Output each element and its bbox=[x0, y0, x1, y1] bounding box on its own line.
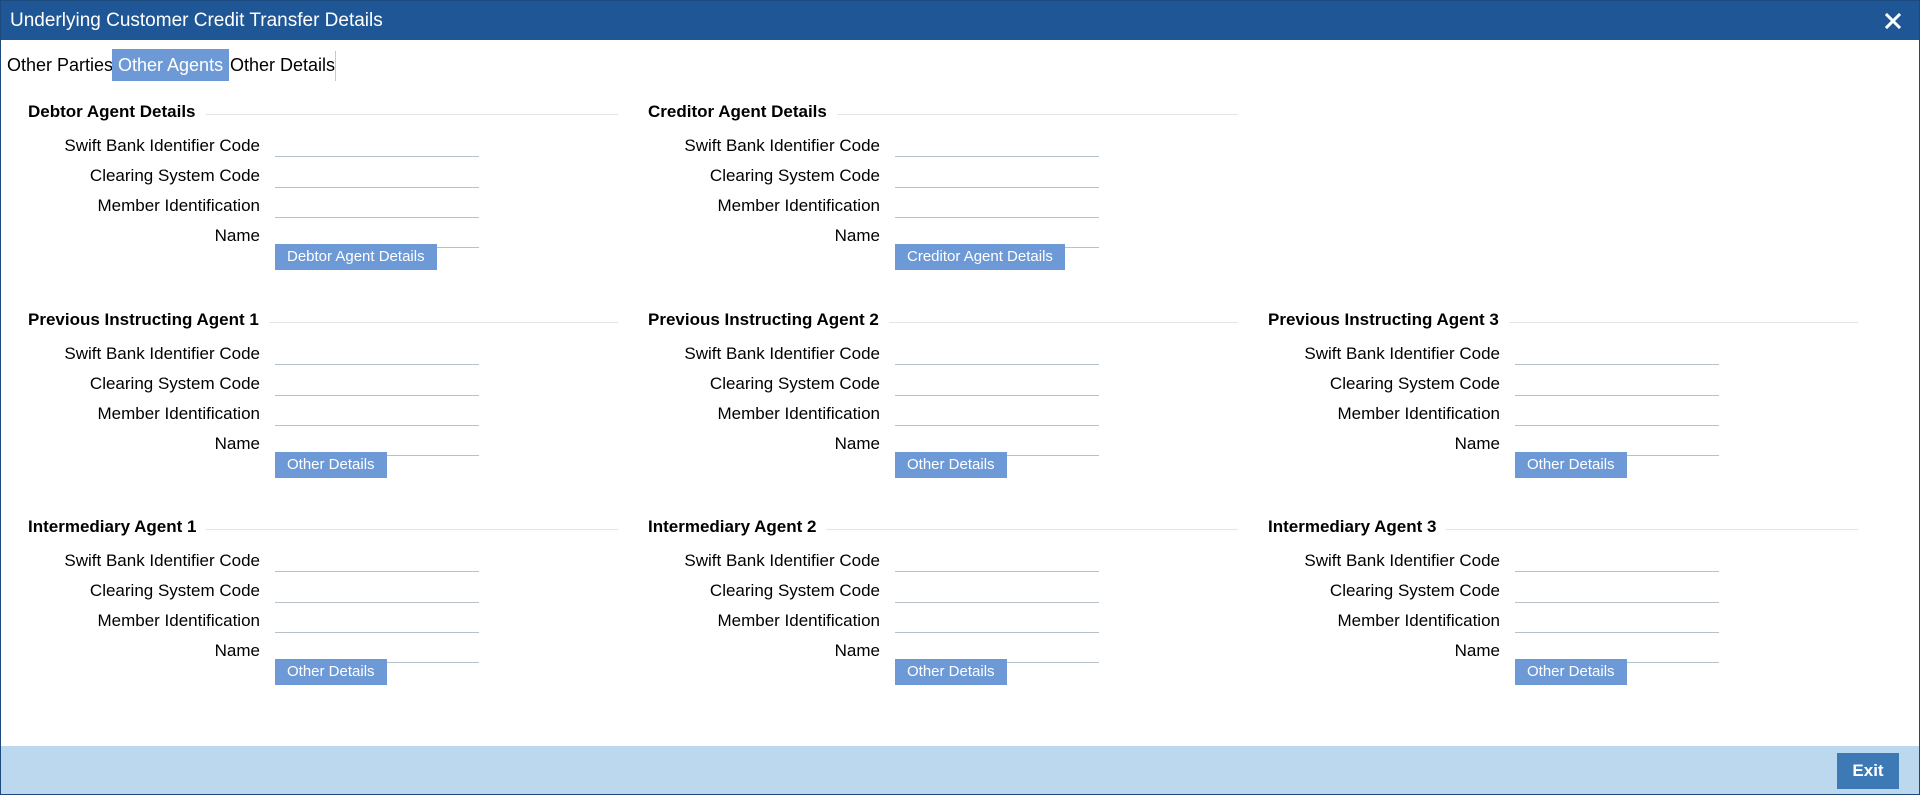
intermediary-agent-1-section: Intermediary Agent 1 Swift Bank Identifie… bbox=[28, 517, 618, 707]
section-heading: Creditor Agent Details bbox=[648, 102, 837, 122]
section-heading: Previous Instructing Agent 3 bbox=[1268, 310, 1509, 330]
previous-instructing-agent-2-section: Previous Instructing Agent 2 Swift Bank I… bbox=[648, 310, 1238, 500]
section-heading: Previous Instructing Agent 2 bbox=[648, 310, 889, 330]
swift-bic-field[interactable] bbox=[1515, 340, 1719, 365]
previous-instructing-agent-1-details-button[interactable]: Other Details bbox=[275, 452, 387, 478]
debtor-agent-details-button[interactable]: Debtor Agent Details bbox=[275, 244, 437, 270]
swift-bic-label: Swift Bank Identifier Code bbox=[1304, 344, 1500, 363]
intermediary-agent-1-details-button[interactable]: Other Details bbox=[275, 659, 387, 685]
swift-bic-label: Swift Bank Identifier Code bbox=[1304, 551, 1500, 570]
clearing-system-code-label: Clearing System Code bbox=[89, 374, 260, 393]
member-identification-field[interactable] bbox=[275, 608, 479, 633]
name-label: Name bbox=[834, 434, 880, 453]
previous-instructing-agent-2-details-button[interactable]: Other Details bbox=[895, 452, 1007, 478]
section-heading: Intermediary Agent 2 bbox=[648, 517, 827, 537]
clearing-system-code-label: Clearing System Code bbox=[709, 166, 880, 185]
swift-bic-field[interactable] bbox=[895, 547, 1099, 572]
intermediary-agent-2-section: Intermediary Agent 2 Swift Bank Identifie… bbox=[648, 517, 1238, 707]
section-heading: Intermediary Agent 1 bbox=[28, 517, 207, 537]
name-label: Name bbox=[834, 641, 880, 660]
swift-bic-field[interactable] bbox=[1515, 547, 1719, 572]
clearing-system-code-label: Clearing System Code bbox=[709, 581, 880, 600]
previous-instructing-agent-3-section: Previous Instructing Agent 3 Swift Bank I… bbox=[1268, 310, 1858, 500]
tab-divider bbox=[335, 51, 336, 81]
member-identification-field[interactable] bbox=[1515, 401, 1719, 426]
name-label: Name bbox=[1454, 434, 1500, 453]
member-identification-label: Member Identification bbox=[717, 196, 880, 215]
clearing-system-code-field[interactable] bbox=[1515, 578, 1719, 603]
footer-bar: Exit bbox=[1, 746, 1919, 794]
member-identification-label: Member Identification bbox=[717, 611, 880, 630]
clearing-system-code-label: Clearing System Code bbox=[89, 166, 260, 185]
swift-bic-field[interactable] bbox=[275, 340, 479, 365]
tab-other-agents[interactable]: Other Agents bbox=[112, 49, 230, 81]
clearing-system-code-field[interactable] bbox=[275, 578, 479, 603]
swift-bic-label: Swift Bank Identifier Code bbox=[64, 136, 260, 155]
exit-button[interactable]: Exit bbox=[1837, 753, 1899, 789]
debtor-agent-section: Debtor Agent Details Swift Bank Identifie… bbox=[28, 102, 618, 292]
member-identification-field[interactable] bbox=[895, 193, 1099, 218]
clearing-system-code-field[interactable] bbox=[275, 163, 479, 188]
name-label: Name bbox=[214, 226, 260, 245]
creditor-agent-section: Creditor Agent Details Swift Bank Identif… bbox=[648, 102, 1238, 292]
clearing-system-code-label: Clearing System Code bbox=[709, 374, 880, 393]
member-identification-label: Member Identification bbox=[1337, 404, 1500, 423]
swift-bic-field[interactable] bbox=[275, 132, 479, 157]
previous-instructing-agent-1-section: Previous Instructing Agent 1 Swift Bank I… bbox=[28, 310, 618, 500]
window-title: Underlying Customer Credit Transfer Deta… bbox=[10, 10, 383, 31]
member-identification-label: Member Identification bbox=[97, 196, 260, 215]
member-identification-label: Member Identification bbox=[1337, 611, 1500, 630]
member-identification-field[interactable] bbox=[275, 401, 479, 426]
title-bar: Underlying Customer Credit Transfer Deta… bbox=[1, 1, 1919, 40]
tab-other-parties[interactable]: Other Parties bbox=[1, 49, 119, 81]
tab-other-details[interactable]: Other Details bbox=[224, 49, 341, 81]
clearing-system-code-label: Clearing System Code bbox=[1329, 581, 1500, 600]
intermediary-agent-3-section: Intermediary Agent 3 Swift Bank Identifie… bbox=[1268, 517, 1858, 707]
member-identification-field[interactable] bbox=[895, 608, 1099, 633]
member-identification-label: Member Identification bbox=[97, 611, 260, 630]
swift-bic-field[interactable] bbox=[275, 547, 479, 572]
swift-bic-label: Swift Bank Identifier Code bbox=[64, 551, 260, 570]
name-label: Name bbox=[214, 434, 260, 453]
swift-bic-field[interactable] bbox=[895, 340, 1099, 365]
member-identification-label: Member Identification bbox=[97, 404, 260, 423]
swift-bic-field[interactable] bbox=[895, 132, 1099, 157]
section-heading: Intermediary Agent 3 bbox=[1268, 517, 1447, 537]
section-heading: Debtor Agent Details bbox=[28, 102, 206, 122]
clearing-system-code-field[interactable] bbox=[895, 371, 1099, 396]
member-identification-field[interactable] bbox=[895, 401, 1099, 426]
dialog-window: Underlying Customer Credit Transfer Deta… bbox=[0, 0, 1920, 795]
clearing-system-code-label: Clearing System Code bbox=[1329, 374, 1500, 393]
intermediary-agent-3-details-button[interactable]: Other Details bbox=[1515, 659, 1627, 685]
clearing-system-code-field[interactable] bbox=[1515, 371, 1719, 396]
close-icon[interactable] bbox=[1881, 7, 1905, 33]
swift-bic-label: Swift Bank Identifier Code bbox=[684, 344, 880, 363]
swift-bic-label: Swift Bank Identifier Code bbox=[64, 344, 260, 363]
clearing-system-code-field[interactable] bbox=[895, 578, 1099, 603]
clearing-system-code-label: Clearing System Code bbox=[89, 581, 260, 600]
name-label: Name bbox=[834, 226, 880, 245]
swift-bic-label: Swift Bank Identifier Code bbox=[684, 551, 880, 570]
name-label: Name bbox=[214, 641, 260, 660]
clearing-system-code-field[interactable] bbox=[895, 163, 1099, 188]
previous-instructing-agent-3-details-button[interactable]: Other Details bbox=[1515, 452, 1627, 478]
creditor-agent-details-button[interactable]: Creditor Agent Details bbox=[895, 244, 1065, 270]
swift-bic-label: Swift Bank Identifier Code bbox=[684, 136, 880, 155]
member-identification-field[interactable] bbox=[275, 193, 479, 218]
member-identification-label: Member Identification bbox=[717, 404, 880, 423]
clearing-system-code-field[interactable] bbox=[275, 371, 479, 396]
section-heading: Previous Instructing Agent 1 bbox=[28, 310, 269, 330]
intermediary-agent-2-details-button[interactable]: Other Details bbox=[895, 659, 1007, 685]
name-label: Name bbox=[1454, 641, 1500, 660]
member-identification-field[interactable] bbox=[1515, 608, 1719, 633]
